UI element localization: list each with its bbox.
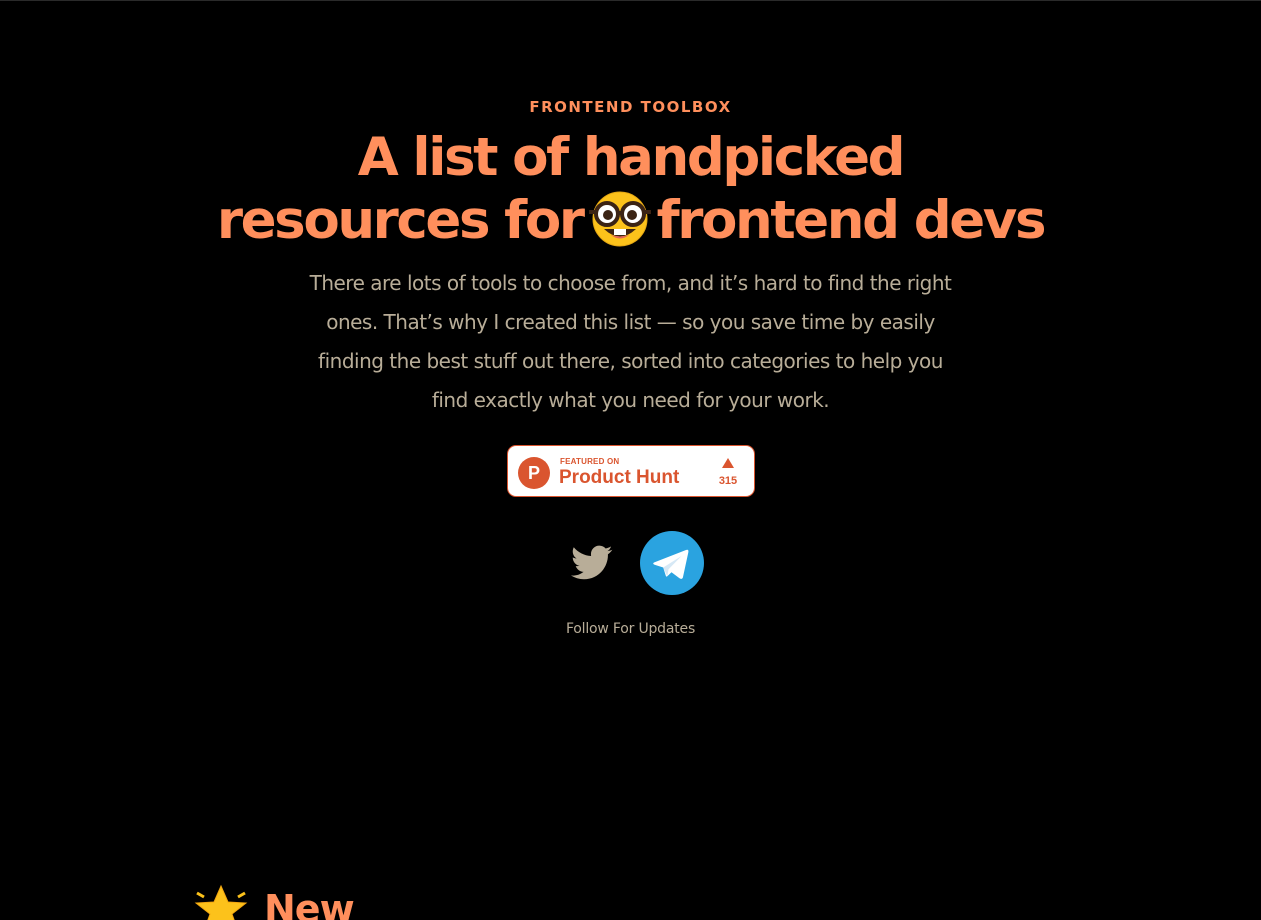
- section-heading-new: New: [192, 884, 355, 920]
- telegram-link[interactable]: [640, 531, 704, 595]
- headline-line-2-end: frontend devs: [656, 190, 1047, 251]
- headline-line-2: resources for frontend devs: [0, 188, 1261, 251]
- product-hunt-badge[interactable]: P FEATURED ON Product Hunt 315: [507, 445, 755, 497]
- product-hunt-logo-letter: P: [527, 463, 540, 483]
- telegram-icon: [640, 531, 704, 595]
- eyebrow-label: FRONTEND TOOLBOX: [529, 98, 732, 116]
- product-hunt-logo-icon: P: [518, 457, 550, 489]
- top-border: [0, 0, 1261, 1]
- twitter-icon: [571, 545, 613, 580]
- twitter-link[interactable]: [571, 544, 613, 582]
- headline-line-2-start: resources for: [216, 190, 585, 251]
- headline-line-1: A list of handpicked: [357, 127, 906, 188]
- star-icon: [194, 884, 248, 920]
- page-title: A list of handpicked resources for front…: [0, 128, 1261, 251]
- product-hunt-upvote-count: 315: [718, 475, 738, 487]
- section-title-new: New: [264, 887, 355, 920]
- product-hunt-name: Product Hunt: [559, 467, 680, 488]
- hero-description: There are lots of tools to choose from, …: [309, 271, 952, 412]
- product-hunt-featured-label: FEATURED ON: [560, 457, 620, 466]
- nerd-face-icon: [588, 191, 651, 247]
- upvote-arrow-icon: [722, 458, 734, 468]
- follow-label: Follow For Updates: [565, 621, 696, 637]
